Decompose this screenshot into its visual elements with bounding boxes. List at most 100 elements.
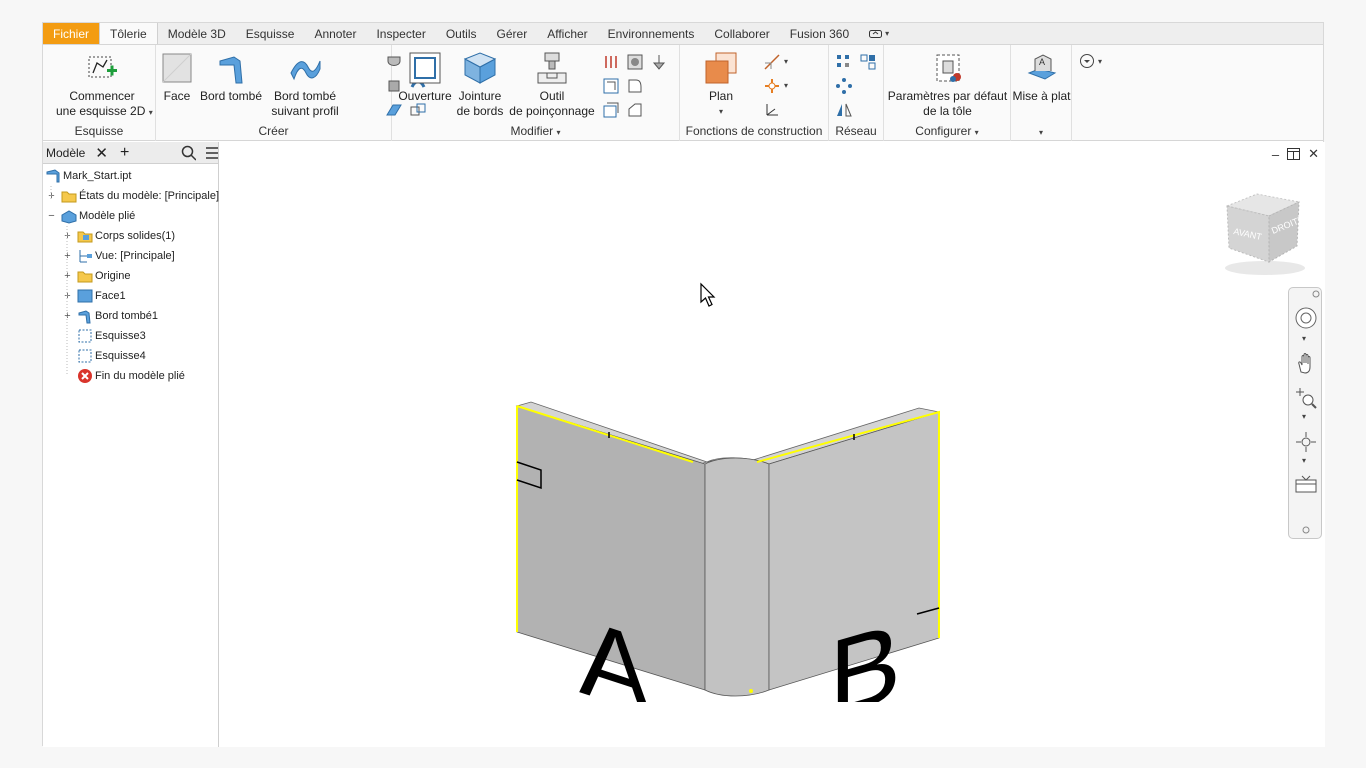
panel-creer: Face Bord tombé Bord tombé suivant profi…: [156, 45, 426, 141]
tab-collaborer[interactable]: Collaborer: [704, 23, 779, 44]
tab-inspecter[interactable]: Inspecter: [366, 23, 435, 44]
ucs-icon[interactable]: [763, 101, 781, 119]
steering-wheel-icon[interactable]: [1294, 306, 1318, 330]
tree-item-esquisse4[interactable]: Esquisse4: [77, 346, 146, 366]
search-icon[interactable]: [181, 145, 196, 161]
sheet-metal-defaults-icon: [936, 54, 961, 82]
browser-header: Modèle ✕ +: [43, 142, 218, 164]
panel-title-esquisse: Esquisse: [74, 124, 124, 138]
close-document-icon[interactable]: ✕: [1308, 146, 1319, 162]
look-at-icon[interactable]: [1294, 472, 1318, 496]
ouverture-button[interactable]: Ouverture: [397, 51, 453, 104]
tree-item-vue[interactable]: Vue: [Principale]: [77, 246, 175, 266]
work-point-dropdown[interactable]: ▾: [784, 81, 788, 90]
tree-item-etats[interactable]: États du modèle: [Principale]: [61, 186, 219, 206]
plan-button[interactable]: Plan ▾: [685, 51, 757, 119]
circular-pattern-icon[interactable]: [835, 77, 853, 95]
viewcube[interactable]: AVANT DROITE: [1219, 190, 1311, 280]
plan-label: Plan: [708, 89, 734, 103]
work-point-icon[interactable]: [763, 77, 781, 95]
tab-esquisse[interactable]: Esquisse: [236, 23, 305, 44]
add-tab-icon[interactable]: +: [120, 144, 129, 162]
corner-round-2-icon[interactable]: [626, 77, 644, 95]
outil-label-1: Outil: [539, 89, 565, 103]
mirror-icon[interactable]: [835, 101, 853, 119]
flat-pattern-dropdown[interactable]: ▾: [1011, 124, 1071, 138]
navbar-close-icon[interactable]: [1312, 290, 1320, 298]
tab-fichier[interactable]: Fichier: [43, 23, 100, 44]
orbit-icon[interactable]: [1294, 430, 1318, 454]
split-icon[interactable]: [602, 101, 620, 119]
minimize-icon[interactable]: –: [1272, 147, 1279, 162]
tree-item-bord-tombe1[interactable]: Bord tombé1: [77, 306, 158, 326]
navbar-options-icon[interactable]: [1302, 526, 1310, 534]
zoom-icon[interactable]: [1294, 386, 1318, 410]
ouverture-label: Ouverture: [398, 89, 452, 103]
panel-title-modifier[interactable]: Modifier ▾: [392, 124, 679, 138]
punch-small-icon[interactable]: [650, 53, 668, 71]
bord-tombe-button[interactable]: Bord tombé: [198, 51, 264, 104]
collapse-icon[interactable]: −: [47, 211, 56, 222]
jointure-bords-button[interactable]: Jointure de bords: [454, 51, 506, 119]
tab-gerer[interactable]: Gérer: [487, 23, 538, 44]
sheet-metal-part[interactable]: A B: [499, 382, 949, 702]
start-2d-sketch-button[interactable]: Commencer une esquisse 2D ▾: [56, 51, 153, 120]
panel-title-reseau: Réseau: [835, 124, 877, 138]
bend-icon[interactable]: [602, 53, 620, 71]
steering-dropdown[interactable]: ▾: [1302, 334, 1306, 343]
graphics-viewport[interactable]: – ✕ AVANT DROITE A B: [219, 142, 1325, 747]
outil-label-2: de poinçonnage: [509, 104, 595, 118]
pan-hand-icon[interactable]: [1294, 352, 1318, 376]
panel-reseau: Réseau: [829, 45, 884, 141]
panel-title-configurer[interactable]: Configurer ▾: [884, 124, 1010, 138]
corner-chamfer-icon[interactable]: [602, 77, 620, 95]
tree-item-origine[interactable]: Origine: [77, 266, 130, 286]
tree-item-fin-modele-plie[interactable]: Fin du modèle plié: [77, 366, 185, 386]
corner-round-icon[interactable]: [626, 53, 644, 71]
expand-icon[interactable]: +: [63, 271, 72, 282]
tree-label: États du modèle: [Principale]: [79, 190, 220, 202]
ribbon-options-button[interactable]: ▾: [859, 23, 899, 44]
tab-annoter[interactable]: Annoter: [304, 23, 366, 44]
mise-a-plat-button[interactable]: A Mise à plat: [1011, 51, 1072, 104]
expand-icon[interactable]: +: [63, 231, 72, 242]
expand-icon[interactable]: +: [63, 291, 72, 302]
expand-icon[interactable]: +: [63, 251, 72, 262]
face-feature-icon: [77, 289, 93, 303]
work-axis-dropdown[interactable]: ▾: [784, 57, 788, 66]
tab-environnements[interactable]: Environnements: [598, 23, 705, 44]
outil-poinconnage-button[interactable]: Outil de poinçonnage: [507, 51, 597, 119]
plan-dropdown[interactable]: ▾: [685, 104, 757, 119]
tree-item-esquisse3[interactable]: Esquisse3: [77, 326, 146, 346]
work-axis-icon[interactable]: [763, 53, 781, 71]
tree-item-face1[interactable]: Face1: [77, 286, 126, 306]
tree-item-corps-solides[interactable]: Corps solides(1): [77, 226, 175, 246]
face-button[interactable]: Face: [159, 51, 195, 104]
jointure-label-1: Jointure: [458, 89, 502, 103]
restore-icon[interactable]: [1287, 148, 1301, 160]
tab-outils[interactable]: Outils: [436, 23, 487, 44]
close-icon[interactable]: ✕: [95, 144, 108, 162]
tab-fusion-360[interactable]: Fusion 360: [780, 23, 859, 44]
chamfer-icon[interactable]: [626, 101, 644, 119]
tree-item-modele-plie[interactable]: Modèle plié: [61, 206, 135, 226]
parametres-tole-button[interactable]: Paramètres par défaut de la tôle: [887, 51, 1008, 119]
browser-tab-modele[interactable]: Modèle: [46, 146, 85, 160]
panel-configurer: Paramètres par défaut de la tôle Configu…: [884, 45, 1011, 141]
expand-icon[interactable]: +: [47, 191, 56, 202]
expand-icon[interactable]: +: [63, 311, 72, 322]
ribbon-extra-dropdown[interactable]: ▾: [1079, 53, 1102, 69]
sketch-plus-icon: [88, 56, 117, 78]
tree-item-root[interactable]: Mark_Start.ipt: [45, 166, 131, 186]
tab-afficher[interactable]: Afficher: [537, 23, 597, 44]
tab-modele-3d[interactable]: Modèle 3D: [158, 23, 236, 44]
rectangular-pattern-icon[interactable]: [835, 53, 853, 71]
orbit-dropdown[interactable]: ▾: [1302, 456, 1306, 465]
panel-title-construction: Fonctions de construction: [685, 124, 823, 138]
menu-icon[interactable]: [204, 145, 218, 161]
bord-tombe-profil-button[interactable]: Bord tombé suivant profil: [265, 51, 345, 119]
tab-tolerie[interactable]: Tôlerie: [99, 23, 158, 44]
pattern-sketch-icon[interactable]: [859, 53, 877, 71]
bend-face[interactable]: [704, 457, 770, 697]
zoom-dropdown[interactable]: ▾: [1302, 412, 1306, 421]
